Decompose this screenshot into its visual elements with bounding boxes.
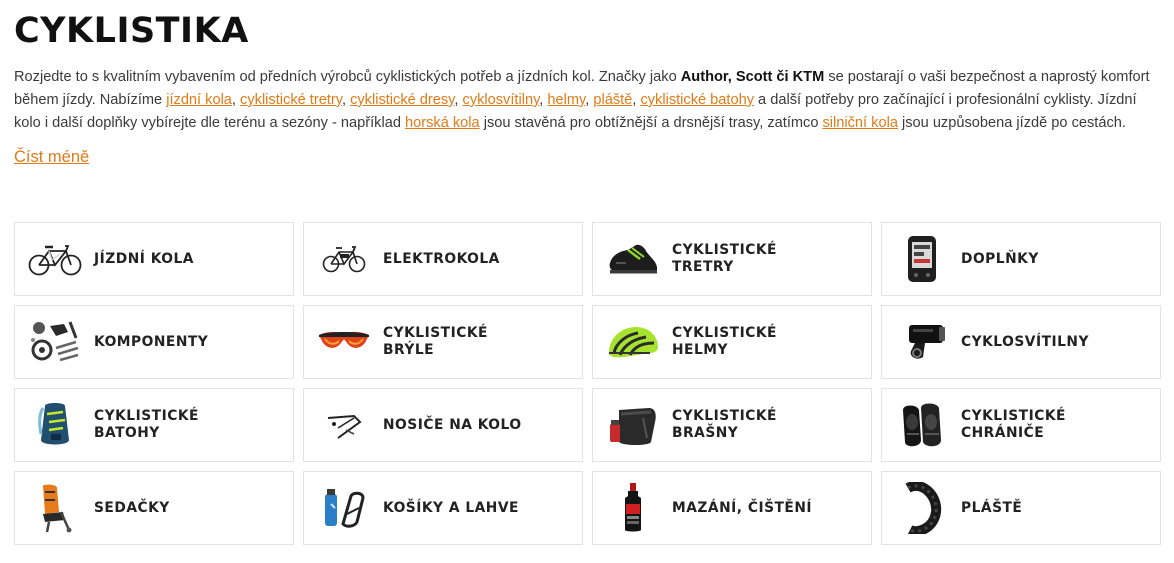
lube-bottle-icon bbox=[604, 479, 662, 537]
category-label: SEDAČKY bbox=[94, 499, 170, 516]
link-cyklosvitilny[interactable]: cyklosvítilny bbox=[463, 92, 540, 108]
category-label: CYKLISTICKÉ BRAŠNY bbox=[672, 408, 777, 441]
category-tile-doplnky[interactable]: DOPLŇKY bbox=[881, 222, 1161, 296]
category-tile-sedacky[interactable]: SEDAČKY bbox=[14, 471, 294, 545]
intro-paragraph: Rozjedte to s kvalitním vybavením od pře… bbox=[14, 66, 1160, 135]
category-tile-komponenty[interactable]: KOMPONENTY bbox=[14, 305, 294, 379]
category-tile-cyklisticke-helmy[interactable]: CYKLISTICKÉ HELMY bbox=[592, 305, 872, 379]
category-tile-cyklosvitilny[interactable]: CYKLOSVÍTILNY bbox=[881, 305, 1161, 379]
category-label: CYKLISTICKÉ BATOHY bbox=[94, 408, 199, 441]
category-page: CYKLISTIKA Rozjedte to s kvalitním vybav… bbox=[0, 0, 1174, 167]
bike-light-icon bbox=[893, 313, 951, 371]
intro-separator: , bbox=[231, 92, 241, 108]
category-label: KOMPONENTY bbox=[94, 333, 209, 350]
category-label: ELEKTROKOLA bbox=[383, 250, 500, 267]
category-tile-mazani-cisteni[interactable]: MAZÁNÍ, ČIŠTĚNÍ bbox=[592, 471, 872, 545]
intro-separator: , bbox=[341, 92, 351, 108]
intro-text: Rozjedte to s kvalitním vybavením od pře… bbox=[14, 69, 681, 85]
category-tile-kosiky-a-lahve[interactable]: KOŠÍKY A LAHVE bbox=[303, 471, 583, 545]
category-grid: JÍZDNÍ KOLA ELEKTROKOLA CYKLISTICKÉ TRET… bbox=[14, 222, 1161, 545]
category-label: KOŠÍKY A LAHVE bbox=[383, 499, 519, 516]
intro-brands: Author, Scott či KTM bbox=[680, 69, 825, 85]
category-label: CYKLISTICKÉ CHRÁNIČE bbox=[961, 408, 1066, 441]
category-label: CYKLISTICKÉ TRETRY bbox=[672, 242, 777, 275]
page-title: CYKLISTIKA bbox=[14, 11, 249, 51]
category-tile-cyklisticke-brasny[interactable]: CYKLISTICKÉ BRAŠNY bbox=[592, 388, 872, 462]
link-cyklisticke-dresy[interactable]: cyklistické dresy bbox=[350, 92, 454, 108]
helmet-icon bbox=[604, 313, 662, 371]
bike-computer-icon bbox=[893, 230, 951, 288]
components-icon bbox=[26, 313, 84, 371]
intro-separator: , bbox=[454, 92, 463, 108]
category-label: NOSIČE NA KOLO bbox=[383, 416, 522, 433]
category-label: DOPLŇKY bbox=[961, 250, 1039, 267]
sunglasses-icon bbox=[315, 313, 373, 371]
intro-text: jsou stavěná pro obtížnější a drsnější t… bbox=[479, 115, 823, 131]
category-label: JÍZDNÍ KOLA bbox=[94, 250, 194, 267]
category-tile-plaste[interactable]: PLÁŠTĚ bbox=[881, 471, 1161, 545]
child-seat-icon bbox=[26, 479, 84, 537]
category-tile-cyklisticke-tretry[interactable]: CYKLISTICKÉ TRETRY bbox=[592, 222, 872, 296]
backpack-icon bbox=[26, 396, 84, 454]
link-cyklisticke-tretry[interactable]: cyklistické tretry bbox=[240, 92, 342, 108]
link-jizdni-kola[interactable]: jízdní kola bbox=[166, 92, 232, 108]
category-label: CYKLISTICKÉ BRÝLE bbox=[383, 325, 488, 358]
knee-pad-icon bbox=[893, 396, 951, 454]
link-plaste[interactable]: pláště bbox=[593, 92, 632, 108]
read-less-link[interactable]: Číst méně bbox=[14, 148, 89, 167]
category-label: CYKLOSVÍTILNY bbox=[961, 333, 1089, 350]
category-tile-cyklisticke-batohy[interactable]: CYKLISTICKÉ BATOHY bbox=[14, 388, 294, 462]
bike-rack-icon bbox=[315, 396, 373, 454]
category-label: CYKLISTICKÉ HELMY bbox=[672, 325, 777, 358]
link-cyklisticke-batohy[interactable]: cyklistické batohy bbox=[640, 92, 754, 108]
link-horska-kola[interactable]: horská kola bbox=[405, 115, 480, 131]
category-label: MAZÁNÍ, ČIŠTĚNÍ bbox=[672, 499, 813, 516]
link-silnicni-kola[interactable]: silniční kola bbox=[823, 115, 898, 131]
ebike-icon bbox=[315, 230, 373, 288]
intro-text: jsou uzpůsobena jízdě po cestách. bbox=[897, 115, 1126, 131]
category-tile-cyklisticke-chranice[interactable]: CYKLISTICKÉ CHRÁNIČE bbox=[881, 388, 1161, 462]
category-tile-elektrokola[interactable]: ELEKTROKOLA bbox=[303, 222, 583, 296]
category-tile-jizdni-kola[interactable]: JÍZDNÍ KOLA bbox=[14, 222, 294, 296]
tire-icon bbox=[893, 479, 951, 537]
cycling-shoe-icon bbox=[604, 230, 662, 288]
saddle-bag-icon bbox=[604, 396, 662, 454]
category-label: PLÁŠTĚ bbox=[961, 499, 1023, 516]
link-helmy[interactable]: helmy bbox=[547, 92, 585, 108]
category-tile-cyklisticke-bryle[interactable]: CYKLISTICKÉ BRÝLE bbox=[303, 305, 583, 379]
bicycle-icon bbox=[26, 230, 84, 288]
bottle-cage-icon bbox=[315, 479, 373, 537]
category-tile-nosice-na-kolo[interactable]: NOSIČE NA KOLO bbox=[303, 388, 583, 462]
